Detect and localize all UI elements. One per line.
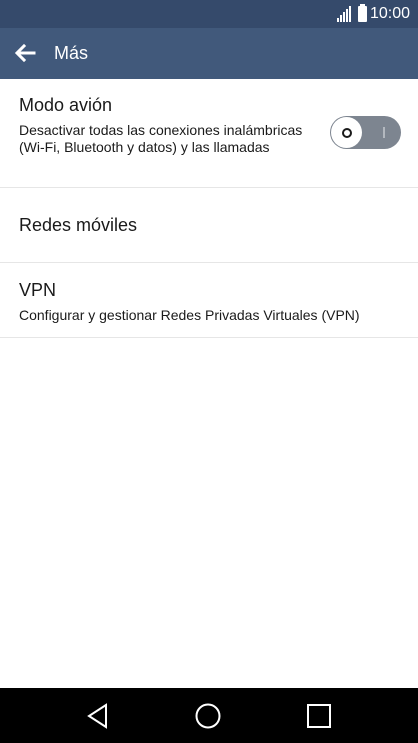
home-circle-icon [195,703,221,728]
toggle-on-mark [383,127,385,138]
status-bar: 10:00 [0,0,418,28]
navigation-bar [0,688,418,743]
status-icons: 10:00 [336,0,410,28]
back-triangle-icon [87,702,107,729]
nav-back-button[interactable] [68,688,128,743]
airplane-mode-summary: Desactivar todas las conexiones inalámbr… [19,122,303,155]
nav-recent-apps-button[interactable] [289,688,349,743]
recent-apps-square-icon [307,703,331,728]
toggle-thumb [331,117,362,148]
airplane-mode-title: Modo avión [19,95,113,115]
airplane-mode-setting[interactable]: Modo avión Desactivar todas las conexion… [0,79,418,188]
vpn-title: VPN [19,280,57,300]
vpn-setting[interactable]: VPN Configurar y gestionar Redes Privada… [0,263,418,338]
clock: 10:00 [369,5,410,22]
airplane-mode-toggle[interactable] [330,116,401,149]
mobile-networks-title: Redes móviles [19,215,138,235]
arrow-left-icon [14,43,36,63]
app-bar: Más [0,28,418,79]
signal-icon [336,6,352,22]
page-title: Más [54,43,89,63]
back-button[interactable] [4,32,46,74]
vpn-summary: Configurar y gestionar Redes Privadas Vi… [19,307,360,323]
settings-list: Modo avión Desactivar todas las conexion… [0,79,418,338]
battery-icon [357,4,367,22]
toggle-off-icon [341,127,352,138]
mobile-networks-setting[interactable]: Redes móviles [0,188,418,263]
nav-home-button[interactable] [178,688,238,743]
